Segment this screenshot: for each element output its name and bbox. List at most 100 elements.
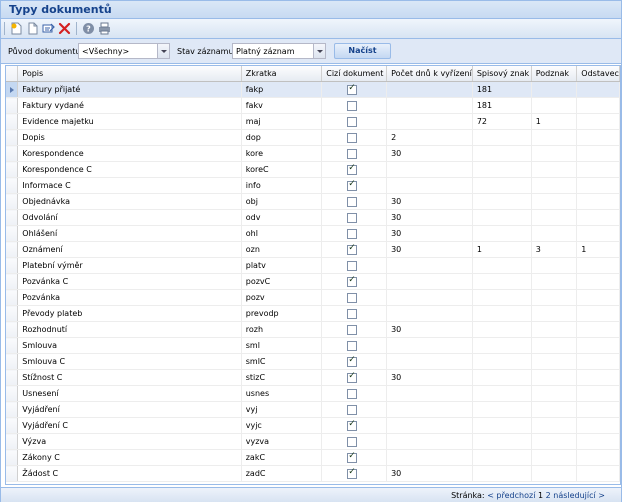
foreign-document-checkbox[interactable] xyxy=(347,467,358,479)
cell-cizi[interactable] xyxy=(321,113,388,130)
row-selector[interactable] xyxy=(6,289,19,306)
cell-popis[interactable]: Korespondence xyxy=(17,145,242,162)
cell-popis[interactable]: Faktury vydané xyxy=(17,97,242,114)
table-row[interactable]: Objednávka obj 30 xyxy=(6,193,620,210)
cell-dny[interactable] xyxy=(386,113,473,130)
column-header-zkratka[interactable]: Zkratka xyxy=(241,66,323,82)
cell-popis[interactable]: Oznámení xyxy=(17,241,242,258)
table-row[interactable]: Evidence majetku maj 72 1 xyxy=(6,113,620,130)
cell-znak[interactable] xyxy=(472,385,532,402)
table-row[interactable]: Žádost CzadC 30 xyxy=(6,465,620,482)
cell-dny[interactable]: 30 xyxy=(386,145,473,162)
cell-popis[interactable]: Vyjádření C xyxy=(17,417,242,434)
foreign-document-checkbox[interactable] xyxy=(347,275,358,287)
cell-odstavec[interactable] xyxy=(576,129,620,146)
cell-odstavec[interactable] xyxy=(576,385,620,402)
foreign-document-checkbox[interactable] xyxy=(347,324,358,335)
cell-zkratka[interactable]: vyj xyxy=(241,401,323,418)
cell-znak[interactable] xyxy=(472,161,532,178)
cell-podznak[interactable] xyxy=(531,257,578,274)
cell-podznak[interactable] xyxy=(531,209,578,226)
cell-odstavec[interactable] xyxy=(576,417,620,434)
cell-cizi[interactable] xyxy=(321,81,388,98)
row-selector[interactable] xyxy=(6,129,19,146)
cell-odstavec[interactable] xyxy=(576,177,620,194)
cell-zkratka[interactable]: vyjc xyxy=(241,417,323,434)
cell-dny[interactable]: 30 xyxy=(386,241,473,258)
table-row[interactable]: Faktury přijatéfakp 181 xyxy=(6,81,620,98)
cell-zkratka[interactable]: prevodp xyxy=(241,305,323,322)
cell-znak[interactable] xyxy=(472,369,532,386)
cell-popis[interactable]: Žádost C xyxy=(17,465,242,482)
row-selector[interactable] xyxy=(6,465,19,482)
foreign-document-checkbox[interactable] xyxy=(347,340,358,351)
table-row[interactable]: Odvolání odv 30 xyxy=(6,209,620,226)
table-row[interactable]: Faktury vydané fakv 181 xyxy=(6,97,620,114)
foreign-document-checkbox[interactable] xyxy=(347,260,358,271)
cell-dny[interactable] xyxy=(386,305,473,322)
foreign-document-checkbox[interactable] xyxy=(347,100,358,111)
table-row[interactable]: Rozhodnutí rozh 30 xyxy=(6,321,620,338)
cell-dny[interactable] xyxy=(386,273,473,290)
column-header-popis[interactable]: Popis xyxy=(17,66,242,82)
cell-popis[interactable]: Faktury přijaté xyxy=(17,81,242,98)
cell-zkratka[interactable]: info xyxy=(241,177,323,194)
table-row[interactable]: Dopis dop 2 xyxy=(6,129,620,146)
cell-cizi[interactable] xyxy=(321,161,388,178)
cell-popis[interactable]: Smlouva xyxy=(17,337,242,354)
cell-odstavec[interactable] xyxy=(576,273,620,290)
cell-znak[interactable]: 72 xyxy=(472,113,532,130)
cell-cizi[interactable] xyxy=(321,449,388,466)
cell-zkratka[interactable]: ohl xyxy=(241,225,323,242)
cell-podznak[interactable] xyxy=(531,449,578,466)
cell-znak[interactable] xyxy=(472,417,532,434)
cell-cizi[interactable] xyxy=(321,225,388,242)
cell-zkratka[interactable]: ozn xyxy=(241,241,323,258)
cell-dny[interactable] xyxy=(386,97,473,114)
foreign-document-checkbox[interactable] xyxy=(347,196,358,207)
column-header-podznak[interactable]: Podznak xyxy=(531,66,578,82)
cell-cizi[interactable] xyxy=(321,337,388,354)
cell-znak[interactable] xyxy=(472,353,532,370)
cell-dny[interactable] xyxy=(386,385,473,402)
cell-dny[interactable] xyxy=(386,353,473,370)
foreign-document-checkbox[interactable] xyxy=(347,436,358,447)
origin-combo[interactable]: <Všechny> xyxy=(78,43,170,59)
cell-odstavec[interactable] xyxy=(576,81,620,98)
cell-cizi[interactable] xyxy=(321,369,388,386)
cell-podznak[interactable]: 3 xyxy=(531,241,578,258)
cell-znak[interactable] xyxy=(472,433,532,450)
row-selector[interactable] xyxy=(6,385,19,402)
cell-zkratka[interactable]: koreC xyxy=(241,161,323,178)
cell-dny[interactable] xyxy=(386,81,473,98)
cell-podznak[interactable] xyxy=(531,193,578,210)
cell-popis[interactable]: Objednávka xyxy=(17,193,242,210)
cell-odstavec[interactable] xyxy=(576,225,620,242)
cell-znak[interactable]: 1 xyxy=(472,241,532,258)
cell-cizi[interactable] xyxy=(321,289,388,306)
pager-page-2-link[interactable]: 2 xyxy=(546,491,551,500)
cell-dny[interactable] xyxy=(386,177,473,194)
cell-zkratka[interactable]: sml xyxy=(241,337,323,354)
cell-zkratka[interactable]: rozh xyxy=(241,321,323,338)
cell-dny[interactable]: 2 xyxy=(386,129,473,146)
cell-odstavec[interactable] xyxy=(576,401,620,418)
table-row[interactable]: Smlouva sml xyxy=(6,337,620,354)
cell-zkratka[interactable]: odv xyxy=(241,209,323,226)
cell-znak[interactable]: 181 xyxy=(472,97,532,114)
cell-odstavec[interactable] xyxy=(576,369,620,386)
table-row[interactable]: Ohlášení ohl 30 xyxy=(6,225,620,242)
cell-popis[interactable]: Smlouva C xyxy=(17,353,242,370)
cell-odstavec[interactable] xyxy=(576,305,620,322)
row-selector[interactable] xyxy=(6,81,19,98)
table-row[interactable]: Zákony CzakC xyxy=(6,449,620,466)
cell-cizi[interactable] xyxy=(321,401,388,418)
row-selector[interactable] xyxy=(6,417,19,434)
row-selector[interactable] xyxy=(6,209,19,226)
cell-cizi[interactable] xyxy=(321,385,388,402)
cell-cizi[interactable] xyxy=(321,145,388,162)
copy-icon[interactable] xyxy=(26,22,39,35)
cell-odstavec[interactable]: 1 xyxy=(576,241,620,258)
row-selector[interactable] xyxy=(6,433,19,450)
cell-cizi[interactable] xyxy=(321,257,388,274)
